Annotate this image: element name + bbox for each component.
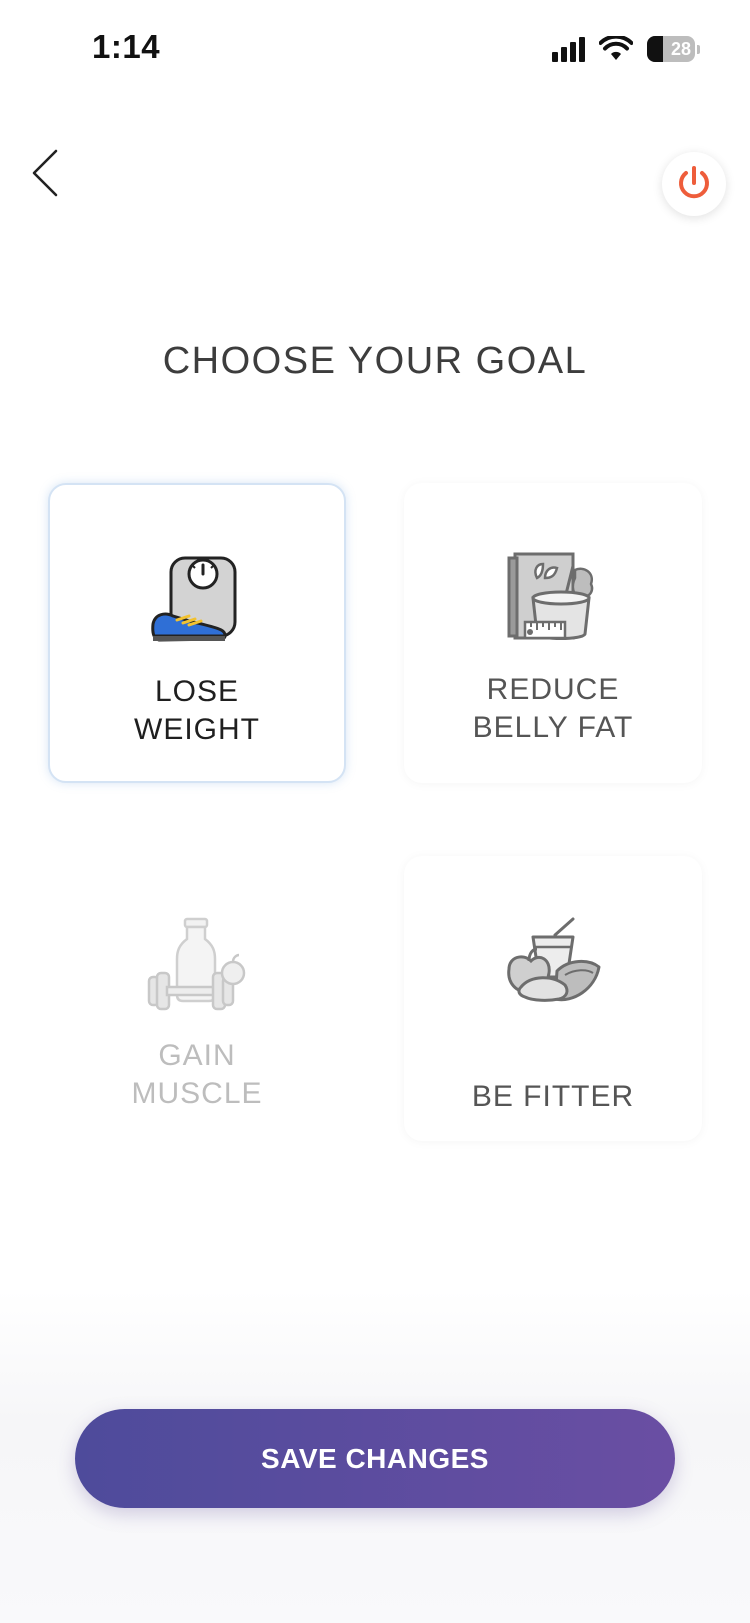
battery-icon: 28 [647,36,695,62]
cellular-signal-icon [552,36,585,62]
dumbbell-bottle-icon [147,917,246,1011]
goal-card-lose-weight[interactable]: LOSE WEIGHT [48,483,346,783]
goal-label: REDUCE BELLY FAT [472,673,634,744]
status-time: 1:14 [92,28,161,65]
save-changes-button[interactable]: SAVE CHANGES [75,1409,675,1508]
food-box-tape-icon [507,552,594,640]
scale-shoe-icon [151,556,237,642]
page-title: CHOOSE YOUR GOAL [162,340,588,382]
chevron-left-icon [32,149,58,197]
goal-label: LOSE WEIGHT [134,675,260,746]
status-icons: 28 [552,34,700,64]
goal-label: BE FITTER [471,1080,635,1113]
goal-card-reduce-belly-fat[interactable]: REDUCE BELLY FAT [404,483,702,783]
goal-card-be-fitter[interactable]: BE FITTER [404,856,702,1141]
battery-percent: 28 [670,38,691,59]
back-button[interactable] [28,148,68,198]
fruit-smoothie-icon [507,917,601,1002]
wifi-icon [599,36,633,60]
goal-label: GAIN MUSCLE [131,1039,263,1110]
power-button[interactable] [662,152,726,216]
power-icon [679,166,709,199]
goal-card-gain-muscle: GAIN MUSCLE [48,856,346,1141]
